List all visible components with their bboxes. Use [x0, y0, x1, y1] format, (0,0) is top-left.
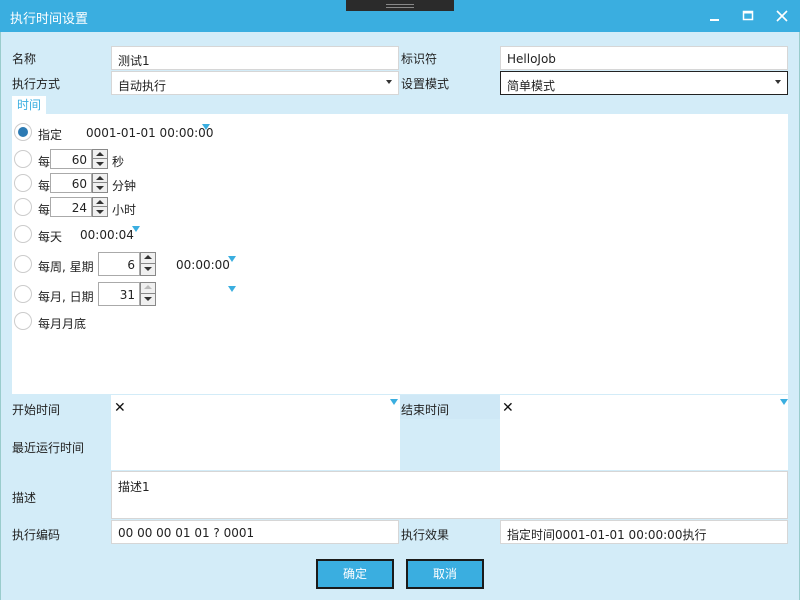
monthday-input[interactable]: 31: [98, 282, 140, 306]
dropdown-triangle-icon[interactable]: [132, 226, 140, 232]
hours-stepper[interactable]: [92, 197, 108, 217]
arrow-down-icon[interactable]: [93, 160, 107, 169]
title-bar[interactable]: 执行时间设置: [0, 0, 800, 32]
end-time-label: 结束时间: [401, 403, 450, 417]
arrow-up-icon[interactable]: [93, 150, 107, 159]
arrow-up-icon[interactable]: [141, 253, 155, 264]
radio-every-minutes[interactable]: [14, 174, 32, 192]
minutes-stepper[interactable]: [92, 173, 108, 193]
window-title: 执行时间设置: [10, 12, 89, 27]
arrow-up-icon[interactable]: [93, 198, 107, 207]
dropdown-triangle-icon[interactable]: [228, 256, 236, 262]
specify-datetime[interactable]: 0001-01-01 00:00:00: [86, 126, 213, 140]
every-label: 每: [38, 179, 51, 193]
radio-daily[interactable]: [14, 225, 32, 243]
arrow-up-icon[interactable]: [141, 283, 155, 294]
chevron-down-icon: [775, 80, 781, 84]
arrow-up-icon[interactable]: [93, 174, 107, 183]
exec-mode-select[interactable]: 自动执行: [111, 71, 399, 95]
exec-mode-label: 执行方式: [12, 77, 61, 91]
description-label: 描述: [12, 491, 37, 505]
tab-time[interactable]: 时间: [12, 96, 46, 114]
exec-code-label: 执行编码: [12, 528, 61, 542]
name-label: 名称: [12, 52, 37, 66]
minutes-unit: 分钟: [112, 179, 137, 193]
ok-button[interactable]: 确定: [316, 559, 394, 589]
radio-every-seconds[interactable]: [14, 150, 32, 168]
minutes-input[interactable]: 60: [50, 173, 92, 193]
minimize-icon[interactable]: [704, 6, 724, 26]
arrow-down-icon[interactable]: [93, 184, 107, 193]
weekly-label: 每周, 星期: [38, 260, 94, 274]
radio-every-hours[interactable]: [14, 198, 32, 216]
close-icon[interactable]: [772, 6, 792, 26]
start-time-label: 开始时间: [12, 403, 61, 417]
exec-effect-field[interactable]: 指定时间0001-01-01 00:00:00执行: [500, 520, 788, 544]
radio-month-end[interactable]: [14, 312, 32, 330]
arrow-down-icon[interactable]: [141, 295, 155, 306]
weekly-time[interactable]: 00:00:00: [176, 258, 230, 272]
seconds-stepper[interactable]: [92, 149, 108, 169]
dropdown-triangle-icon[interactable]: [780, 399, 788, 405]
clear-end-icon[interactable]: ✕: [502, 400, 514, 416]
clear-start-icon[interactable]: ✕: [114, 400, 126, 416]
exec-mode-value: 自动执行: [118, 79, 167, 93]
setting-mode-select[interactable]: 简单模式: [500, 71, 788, 95]
title-grip[interactable]: [346, 0, 454, 11]
daily-label: 每天: [38, 230, 63, 244]
exec-code-field[interactable]: 00 00 00 01 01 ? 0001: [111, 520, 399, 544]
end-time-area: [500, 395, 788, 470]
start-time-area: [111, 395, 400, 470]
specify-label: 指定: [38, 128, 63, 142]
chevron-down-icon: [386, 80, 392, 84]
dropdown-triangle-icon[interactable]: [228, 286, 236, 292]
recent-run-label: 最近运行时间: [12, 441, 85, 455]
weekday-input[interactable]: 6: [98, 252, 140, 276]
maximize-icon[interactable]: [738, 6, 758, 26]
monthly-label: 每月, 日期: [38, 290, 94, 304]
setting-mode-value: 简单模式: [507, 79, 556, 93]
seconds-unit: 秒: [112, 155, 125, 169]
identifier-label: 标识符: [401, 52, 438, 66]
daily-time[interactable]: 00:00:04: [80, 228, 134, 242]
arrow-down-icon[interactable]: [141, 265, 155, 276]
seconds-input[interactable]: 60: [50, 149, 92, 169]
exec-effect-label: 执行效果: [401, 528, 450, 542]
setting-mode-label: 设置模式: [401, 77, 450, 91]
radio-specify[interactable]: [14, 123, 32, 141]
every-label: 每: [38, 203, 51, 217]
monthday-stepper[interactable]: [140, 282, 156, 306]
description-field[interactable]: 描述1: [111, 471, 788, 519]
hours-input[interactable]: 24: [50, 197, 92, 217]
dropdown-triangle-icon[interactable]: [390, 399, 398, 405]
hours-unit: 小时: [112, 203, 137, 217]
cancel-button[interactable]: 取消: [406, 559, 484, 589]
name-field[interactable]: 测试1: [111, 46, 399, 70]
identifier-field[interactable]: HelloJob: [500, 46, 788, 70]
radio-monthly[interactable]: [14, 285, 32, 303]
dropdown-triangle-icon[interactable]: [202, 124, 210, 130]
radio-weekly[interactable]: [14, 255, 32, 273]
arrow-down-icon[interactable]: [93, 208, 107, 217]
every-label: 每: [38, 155, 51, 169]
weekday-stepper[interactable]: [140, 252, 156, 276]
month-end-label: 每月月底: [38, 317, 87, 331]
